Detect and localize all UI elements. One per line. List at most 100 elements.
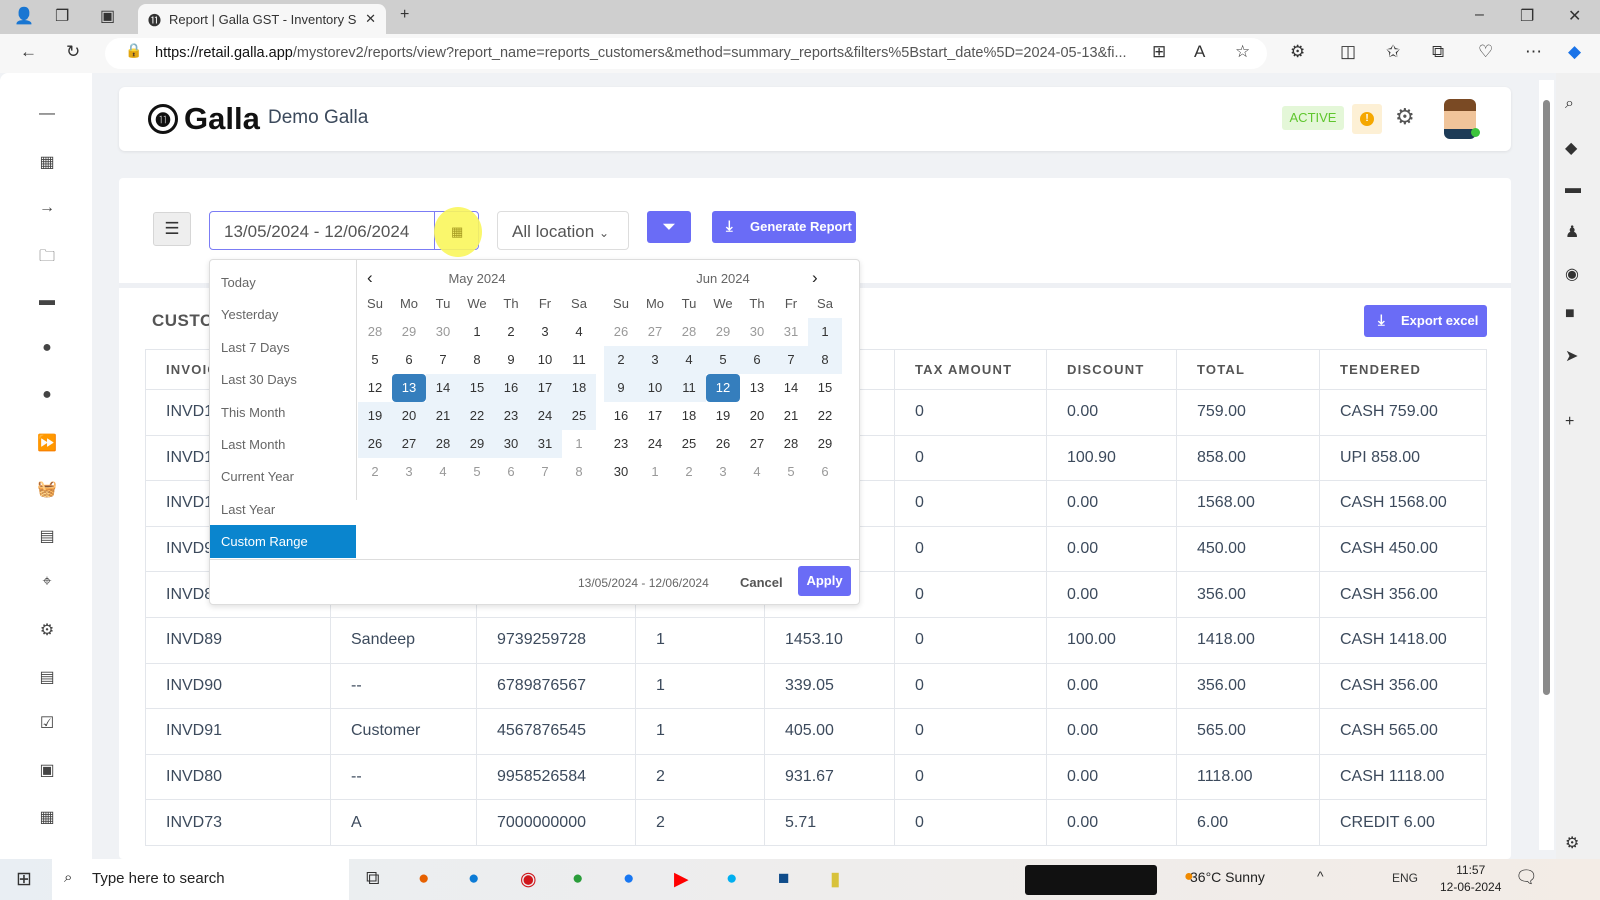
scrollbar-thumb[interactable]	[1543, 100, 1550, 695]
day-cell[interactable]: 8	[808, 346, 842, 374]
close-window-icon[interactable]: ✕	[1568, 6, 1581, 26]
day-cell[interactable]: 5	[358, 346, 392, 374]
skype-icon[interactable]: ●	[726, 868, 737, 890]
day-cell[interactable]: 15	[460, 374, 494, 402]
range-option[interactable]: Last 30 Days	[210, 363, 356, 395]
day-cell[interactable]: 17	[638, 402, 672, 430]
day-cell[interactable]: 2	[358, 458, 392, 486]
day-cell[interactable]: 30	[494, 430, 528, 458]
lock-icon[interactable]: 🔒	[125, 42, 142, 59]
day-cell[interactable]: 14	[774, 374, 808, 402]
day-cell[interactable]: 16	[494, 374, 528, 402]
range-option[interactable]: Custom Range	[210, 525, 356, 558]
tab-actions-icon[interactable]: ▣	[100, 6, 115, 26]
day-cell[interactable]: 6	[808, 458, 842, 486]
day-cell[interactable]: 11	[562, 346, 596, 374]
collections-icon[interactable]: ⧉	[1432, 42, 1444, 62]
day-cell[interactable]: 12	[358, 374, 392, 402]
filter-button[interactable]: ⏷	[647, 211, 691, 243]
calendar-icon[interactable]: ▦	[36, 807, 58, 829]
day-cell[interactable]: 30	[604, 458, 638, 486]
outlook-icon[interactable]: ■	[1565, 305, 1575, 323]
day-cell[interactable]: 4	[562, 318, 596, 346]
search-icon[interactable]: ⌕	[1565, 95, 1574, 113]
camera-icon[interactable]: ▣	[36, 760, 58, 782]
tray-chevron-icon[interactable]: ^	[1317, 868, 1324, 884]
table-row[interactable]: INVD91 Customer 4567876545 1 405.00 0 0.00 565.…	[145, 708, 1487, 755]
settings-icon[interactable]: ⚙	[36, 620, 58, 642]
app-icon[interactable]: ▮	[830, 868, 840, 891]
day-cell[interactable]: 28	[426, 430, 460, 458]
folder-icon[interactable]: 🗀	[36, 245, 58, 267]
read-aloud-icon[interactable]: A	[1194, 42, 1205, 62]
menu-button[interactable]: ☰	[153, 212, 191, 246]
range-option[interactable]: Today	[210, 266, 356, 298]
location-icon[interactable]: ⌖	[36, 573, 58, 595]
day-cell[interactable]: 6	[392, 346, 426, 374]
day-cell[interactable]: 28	[358, 318, 392, 346]
opera-icon[interactable]: ◉	[520, 868, 537, 891]
profile-icon[interactable]: 👤	[14, 6, 34, 26]
apply-button[interactable]: Apply	[798, 566, 851, 596]
day-cell[interactable]: 7	[426, 346, 460, 374]
avatar[interactable]	[1444, 99, 1480, 139]
day-cell[interactable]: 4	[426, 458, 460, 486]
day-cell[interactable]: 14	[426, 374, 460, 402]
facebook-icon[interactable]: ●	[623, 868, 634, 890]
day-cell[interactable]: 18	[672, 402, 706, 430]
day-cell[interactable]: 1	[562, 430, 596, 458]
day-cell[interactable]: 8	[460, 346, 494, 374]
app-icon[interactable]: ⊞	[1152, 42, 1166, 62]
range-option[interactable]: Last 7 Days	[210, 331, 356, 363]
collapse-icon[interactable]: —	[36, 105, 58, 127]
day-cell[interactable]: 9	[604, 374, 638, 402]
day-cell[interactable]: 30	[740, 318, 774, 346]
close-tab-icon[interactable]: ✕	[365, 11, 376, 27]
url-input[interactable]: https://retail.galla.app/mystorev2/repor…	[105, 38, 1267, 69]
day-cell[interactable]: 28	[774, 430, 808, 458]
copilot-icon[interactable]: ◆	[1568, 42, 1581, 62]
day-cell[interactable]: 13	[740, 374, 774, 402]
favorites-icon[interactable]: ✩	[1386, 42, 1400, 62]
day-cell[interactable]: 25	[672, 430, 706, 458]
warning-button[interactable]: !	[1352, 104, 1382, 134]
day-cell[interactable]: 29	[460, 430, 494, 458]
day-cell[interactable]: 27	[392, 430, 426, 458]
new-tab-icon[interactable]: +	[400, 6, 409, 24]
day-cell[interactable]: 21	[774, 402, 808, 430]
day-cell[interactable]: 5	[774, 458, 808, 486]
day-cell[interactable]: 10	[528, 346, 562, 374]
arrow-right-icon[interactable]: →	[36, 199, 58, 221]
day-cell[interactable]: 29	[808, 430, 842, 458]
day-cell[interactable]: 24	[638, 430, 672, 458]
location-select[interactable]: All location ⌄	[497, 211, 629, 250]
browser-tab[interactable]: ⓫ Report | Galla GST - Inventory So ✕	[138, 4, 386, 34]
day-cell[interactable]: 4	[740, 458, 774, 486]
day-cell[interactable]: 2	[494, 318, 528, 346]
day-cell[interactable]: 26	[604, 318, 638, 346]
day-cell[interactable]: 15	[808, 374, 842, 402]
day-cell[interactable]: 3	[392, 458, 426, 486]
day-cell[interactable]: 4	[672, 346, 706, 374]
day-cell[interactable]: 23	[494, 402, 528, 430]
day-cell[interactable]: 28	[672, 318, 706, 346]
refresh-icon[interactable]: ↻	[66, 42, 80, 62]
range-option[interactable]: Last Year	[210, 493, 356, 525]
day-cell[interactable]: 17	[528, 374, 562, 402]
day-cell[interactable]: 18	[562, 374, 596, 402]
day-cell[interactable]: 5	[460, 458, 494, 486]
add-icon[interactable]: +	[1565, 413, 1574, 431]
more-icon[interactable]: ⋯	[1525, 42, 1542, 62]
tools-icon[interactable]: ▬	[1565, 180, 1581, 198]
day-cell[interactable]: 12	[706, 374, 740, 402]
day-cell[interactable]: 29	[392, 318, 426, 346]
notifications-icon[interactable]: 🗨	[1515, 867, 1538, 888]
checkbox-icon[interactable]: ☑	[36, 713, 58, 735]
firefox-icon[interactable]: ●	[418, 868, 429, 890]
day-cell[interactable]: 7	[528, 458, 562, 486]
ticket-icon[interactable]: ▬	[36, 292, 58, 314]
day-cell[interactable]: 2	[672, 458, 706, 486]
settings-icon[interactable]: ⚙	[1565, 833, 1579, 853]
day-cell[interactable]: 25	[562, 402, 596, 430]
chrome-icon[interactable]: ●	[572, 868, 583, 890]
